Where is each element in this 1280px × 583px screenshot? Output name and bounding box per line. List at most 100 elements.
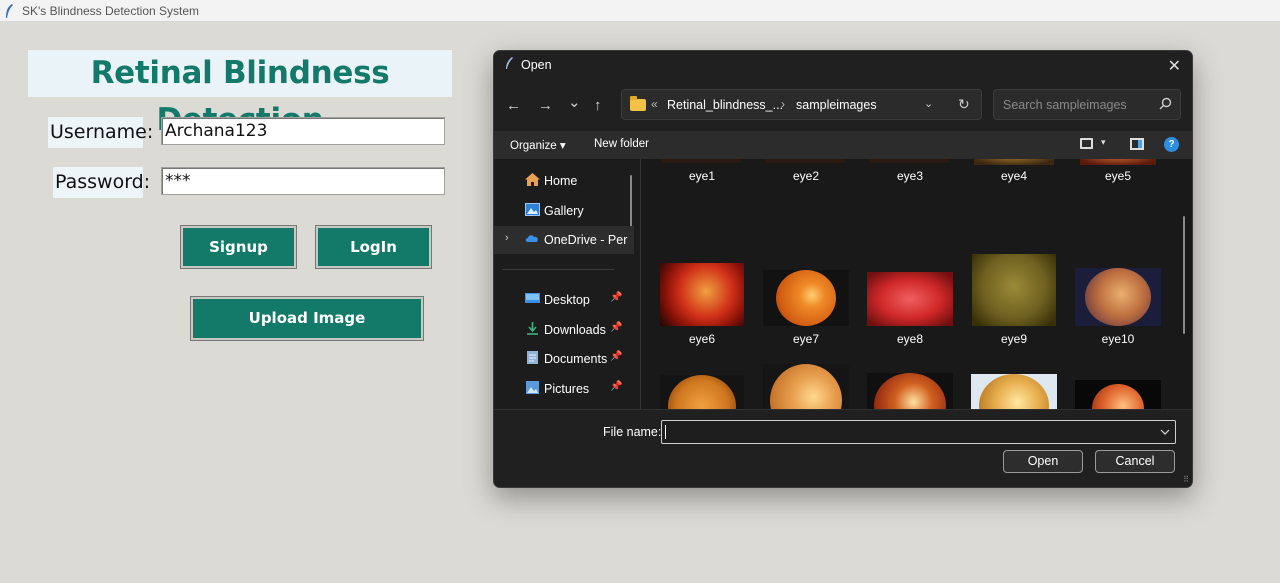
file-name-input[interactable] [661,420,1176,444]
breadcrumb-current[interactable]: sampleimages [796,98,877,112]
search-icon [1159,97,1172,110]
download-icon [527,322,538,335]
thumbnail [867,272,953,326]
home-icon [525,173,540,186]
open-button[interactable]: Open [1003,450,1083,473]
pin-icon[interactable]: 📌 [610,381,622,392]
breadcrumb-parent[interactable]: Retinal_blindness_... [667,98,783,112]
pin-icon[interactable]: 📌 [610,322,622,333]
file-tile[interactable]: eye3 [860,159,960,189]
text-caret [665,425,666,439]
organize-menu[interactable]: Organize ▾ [510,138,566,152]
feather-icon [506,57,513,69]
dialog-title-bar: Open ✕ [494,51,1192,79]
sidebar-item-downloads[interactable]: Downloads 📌 [494,316,634,344]
file-tile[interactable]: eye1 [652,159,752,189]
back-arrow-icon[interactable]: ← [506,97,521,114]
file-tile[interactable]: eye6 [652,254,752,354]
view-mode-icon[interactable] [1080,138,1093,149]
file-tile[interactable]: eye14 [964,364,1064,409]
sidebar-item-documents[interactable]: Documents 📌 [494,345,634,373]
file-tile[interactable]: eye2 [756,159,856,189]
username-input[interactable]: Archana123 [161,117,445,145]
file-tile[interactable]: eye12 [756,364,856,409]
upload-image-button[interactable]: Upload Image [190,296,424,341]
sidebar-item-label: Downloads [544,323,606,337]
file-grid: eye1 eye2 eye3 eye4 eye5 eye6 eye7 eye8 … [641,159,1192,409]
thumbnail [971,374,1057,409]
page-title: Retinal Blindness Detection [28,50,452,138]
signup-button[interactable]: Signup [180,225,297,269]
new-folder-button[interactable]: New folder [594,138,649,150]
login-button[interactable]: LogIn [315,225,432,269]
sidebar-divider [502,269,614,270]
cancel-button[interactable]: Cancel [1095,450,1175,473]
thumbnail [1075,268,1161,326]
pin-icon[interactable]: 📌 [610,292,622,303]
sidebar-item-onedrive[interactable]: › OneDrive - Per [494,226,634,254]
resize-grip-icon[interactable]: ⠿ [1183,475,1189,484]
thumbnail [660,263,744,326]
sidebar-item-label: Gallery [544,204,584,218]
view-dropdown-icon[interactable]: ▾ [1101,137,1106,148]
sidebar-item-desktop[interactable]: Desktop 📌 [494,286,634,314]
gallery-icon [525,203,540,216]
app-title: SK's Blindness Detection System [22,4,200,18]
sidebar-item-gallery[interactable]: Gallery [494,197,634,225]
file-name: eye2 [792,169,820,183]
file-name: eye4 [1000,169,1028,183]
thumbnail [1075,380,1161,409]
username-label: Username: [48,117,153,148]
file-name: eye1 [688,169,716,183]
file-name: eye9 [1000,332,1028,346]
search-input[interactable]: Search sampleimages [993,89,1181,120]
chevron-down-icon[interactable] [1160,429,1170,435]
expand-chevron-icon[interactable]: › [505,232,509,244]
file-tile[interactable]: eye15 [1068,364,1168,409]
address-dropdown-icon[interactable]: ⌄ [924,97,933,110]
dialog-footer: File name: Open Cancel [494,409,1192,487]
overflow-chevron-icon[interactable]: « [651,97,658,111]
sidebar-item-label: Documents [544,352,608,366]
file-tile[interactable]: eye7 [756,254,856,354]
thumbnail [766,159,846,163]
sidebar-item-pictures[interactable]: Pictures 📌 [494,375,634,403]
open-file-dialog: Open ✕ ← → ⌄ ↑ « Retinal_blindness_... ›… [493,50,1193,488]
refresh-icon[interactable]: ↻ [958,96,970,113]
file-tile[interactable]: eye8 [860,254,960,354]
pin-icon[interactable]: 📌 [610,351,622,362]
thumbnail [870,159,950,163]
address-bar[interactable]: « Retinal_blindness_... › sampleimages ⌄… [621,89,982,120]
sidebar-item-label: Desktop [544,293,590,307]
recent-locations-chevron-icon[interactable]: ⌄ [568,93,581,111]
sidebar-item-label: Pictures [544,382,590,396]
close-icon[interactable]: ✕ [1168,56,1181,76]
password-input[interactable]: *** [161,167,445,195]
app-title-bar: SK's Blindness Detection System [0,0,1280,22]
file-tile[interactable]: eye9 [964,254,1064,354]
file-name: eye10 [1101,332,1135,346]
document-icon [527,351,538,364]
preview-pane-icon[interactable] [1130,138,1144,150]
feather-icon [6,4,13,18]
file-tile[interactable]: eye10 [1068,254,1168,354]
forward-arrow-icon[interactable]: → [538,97,553,114]
pictures-icon [526,381,539,394]
navigation-bar: ← → ⌄ ↑ « Retinal_blindness_... › sample… [494,80,1192,130]
sidebar-item-label: OneDrive - Per [544,233,628,247]
file-tile[interactable]: eye11 [652,364,752,409]
sidebar-item-home[interactable]: Home [494,167,634,195]
up-arrow-icon[interactable]: ↑ [594,97,602,114]
thumbnail [867,373,953,409]
file-name: eye3 [896,169,924,183]
file-name: eye8 [896,332,924,346]
file-grid-scrollbar[interactable] [1183,216,1185,334]
help-icon[interactable]: ? [1164,137,1179,152]
file-name-label: File name: [603,425,662,439]
file-tile[interactable]: eye13 [860,364,960,409]
file-tile[interactable]: eye5 [1068,159,1168,189]
thumbnail [662,159,742,163]
breadcrumb-separator-icon: › [781,97,785,111]
file-tile[interactable]: eye4 [964,159,1064,189]
desktop-icon [525,293,540,303]
